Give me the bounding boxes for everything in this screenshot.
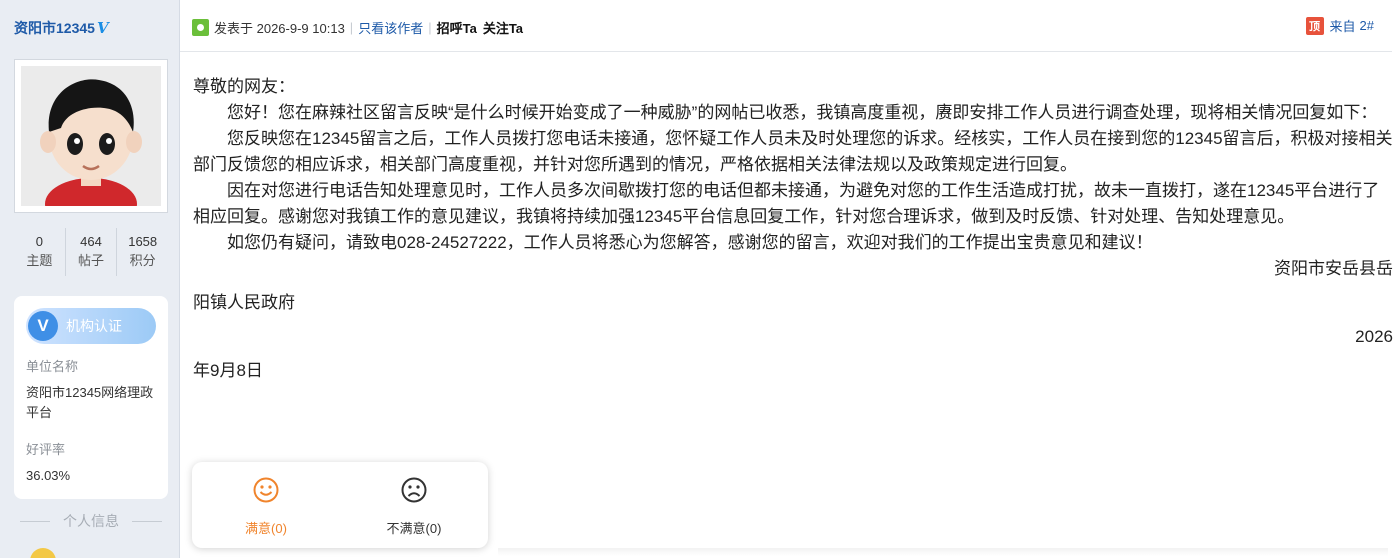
separator: | [428,20,432,35]
salutation: 尊敬的网友： [193,77,295,96]
author-sidebar: 资阳市12345 V 0 主题 464 帖子 1658 积分 V 机构认证 单位… [0,0,180,558]
greet-link[interactable]: 招呼Ta [437,18,477,37]
personal-info-section-label: 个人信息 [14,511,168,531]
unsatisfied-label: 不满意(0) [386,521,442,536]
stat-posts[interactable]: 464 帖子 [64,228,117,276]
post-header: 发表于 2026-9-9 10:13 | 只看该作者 | 招呼Ta 关注Ta 顶… [180,0,1392,52]
stat-points-count: 1658 [128,234,158,249]
institution-cert-button[interactable]: V 机构认证 [26,308,156,344]
satisfaction-rating-box: 满意(0) 不满意(0) [192,462,488,548]
unsatisfied-button[interactable]: 不满意(0) [340,462,488,548]
stat-posts-count: 464 [80,234,102,249]
unit-name-value: 资阳市12345网络理政平台 [26,385,154,420]
follow-link[interactable]: 关注Ta [483,18,523,37]
floor-number[interactable]: 2# [1360,18,1374,33]
online-status-icon [192,19,209,36]
verified-v-icon: V [96,19,109,37]
avatar-image [21,66,161,206]
date-line-1: 2026 [1355,327,1393,346]
stat-points[interactable]: 1658 积分 [116,228,168,276]
paragraph-4: 如您仍有疑问，请致电028-24527222，工作人员将悉心为您解答，感谢您的留… [227,233,1153,252]
satisfied-label: 满意(0) [245,521,287,536]
author-name-link[interactable]: 资阳市12345 [14,20,95,36]
page: 资阳市12345 V 0 主题 464 帖子 1658 积分 V 机构认证 单位… [0,0,1400,558]
post-main: 发表于 2026-9-9 10:13 | 只看该作者 | 招呼Ta 关注Ta 顶… [180,0,1400,558]
stat-topics-label: 主题 [26,253,53,268]
author-header: 资阳市12345 V [0,0,180,52]
date-line-2: 年9月8日 [193,361,263,380]
medal-icon [30,548,56,558]
post-meta: 发表于 2026-9-9 10:13 | 只看该作者 | 招呼Ta 关注Ta [192,18,523,37]
separator: | [349,20,354,35]
stat-posts-label: 帖子 [78,253,105,268]
cert-button-label: 机构认证 [66,318,122,334]
unit-name-label: 单位名称 [26,359,79,374]
post-content: 尊敬的网友： 您好！您在麻辣社区留言反映“是什么时候开始变成了一种威胁”的网帖已… [193,74,1393,384]
paragraph-2: 您反映您在12345留言之后，工作人员拨打您电话未接通，您怀疑工作人员未及时处理… [193,129,1393,174]
rating-rate-label: 好评率 [26,442,66,457]
only-author-link[interactable]: 只看该作者 [358,18,423,37]
top-icon[interactable]: 顶 [1305,16,1324,35]
frown-icon [401,477,427,503]
post-floor-info: 顶 来自 2# [1305,16,1374,35]
paragraph-3: 因在对您进行电话告知处理意见时，工作人员多次间歇拨打您的电话但都未接通，为避免对… [193,181,1380,226]
footer-shadow [498,548,1388,556]
stat-topics[interactable]: 0 主题 [14,228,65,276]
paragraph-1: 您好！您在麻辣社区留言反映“是什么时候开始变成了一种威胁”的网帖已收悉，我镇高度… [227,103,1378,122]
stat-points-label: 积分 [129,253,156,268]
avatar[interactable] [14,59,168,213]
from-label[interactable]: 来自 [1330,16,1356,35]
signature-line-2: 阳镇人民政府 [193,293,295,312]
author-stats: 0 主题 464 帖子 1658 积分 [14,228,168,276]
smile-icon [253,477,279,503]
institution-cert-card: V 机构认证 单位名称 资阳市12345网络理政平台 好评率 36.03% [14,296,168,499]
stat-topics-count: 0 [35,234,43,249]
signature-line-1: 资阳市安岳县岳 [1274,259,1393,278]
rating-rate-value: 36.03% [26,468,71,483]
satisfied-button[interactable]: 满意(0) [192,462,340,548]
posted-time: 发表于 2026-9-9 10:13 [214,21,345,36]
cert-v-icon: V [28,311,58,341]
